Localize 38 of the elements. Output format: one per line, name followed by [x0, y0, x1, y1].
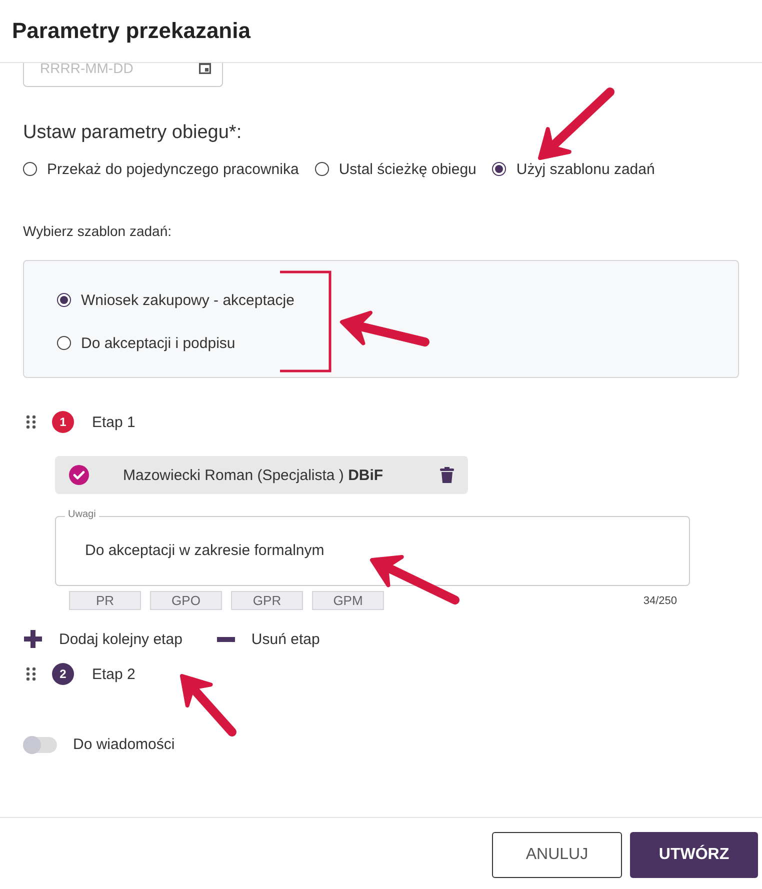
notes-value: Do akceptacji w zakresie formalnym: [85, 542, 324, 559]
radio-label[interactable]: Do akceptacji i podpisu: [81, 334, 236, 352]
radio-label[interactable]: Wniosek zakupowy - akceptacje: [81, 292, 294, 308]
plus-icon: [23, 629, 43, 649]
minus-icon: [217, 636, 236, 642]
toggle-label: Do wiadomości: [73, 736, 175, 753]
tag-button[interactable]: GPR: [231, 591, 303, 610]
char-counter: 34/250: [643, 594, 677, 606]
assignee-name: Mazowiecki Roman (Specjalista ) DBiF: [123, 466, 384, 484]
radio-button[interactable]: [57, 336, 71, 350]
tag-button[interactable]: GPO: [150, 591, 222, 610]
drag-handle-icon[interactable]: [26, 667, 36, 681]
field-label: Uwagi: [65, 509, 99, 521]
section-heading: Ustaw parametry obiegu*:: [23, 121, 243, 145]
tag-button[interactable]: GPM: [312, 591, 384, 610]
cancel-button[interactable]: ANULUJ: [492, 832, 622, 878]
radio-button[interactable]: [23, 162, 37, 176]
toggle-switch[interactable]: [23, 736, 57, 752]
add-stage-button[interactable]: Dodaj kolejny etap: [23, 629, 182, 649]
radio-label[interactable]: Ustal ścieżkę obiegu: [338, 160, 476, 178]
radio-button[interactable]: [314, 162, 329, 176]
stage-label: Etap 2: [92, 666, 136, 682]
date-field[interactable]: RRRR-MM-DD: [23, 63, 223, 87]
section-label: Wybierz szablon zadań:: [23, 222, 173, 240]
stage-number: 1: [52, 411, 74, 433]
trash-icon[interactable]: [440, 467, 454, 483]
tag-button[interactable]: PR: [69, 591, 141, 610]
radio-label[interactable]: Użyj szablonu zadań: [516, 160, 655, 178]
stage-number: 2: [52, 663, 74, 685]
calendar-icon[interactable]: [199, 63, 211, 74]
drag-handle-icon[interactable]: [26, 415, 36, 429]
create-button[interactable]: UTWÓRZ: [630, 832, 758, 878]
dialog-title: Parametry przekazania: [12, 18, 250, 44]
radio-label[interactable]: Przekaż do pojedynczego pracownika: [47, 160, 299, 178]
radio-button[interactable]: [492, 162, 506, 176]
stage-label: Etap 1: [92, 414, 136, 430]
remove-stage-button[interactable]: Usuń etap: [216, 630, 320, 648]
radio-button[interactable]: [57, 293, 71, 307]
